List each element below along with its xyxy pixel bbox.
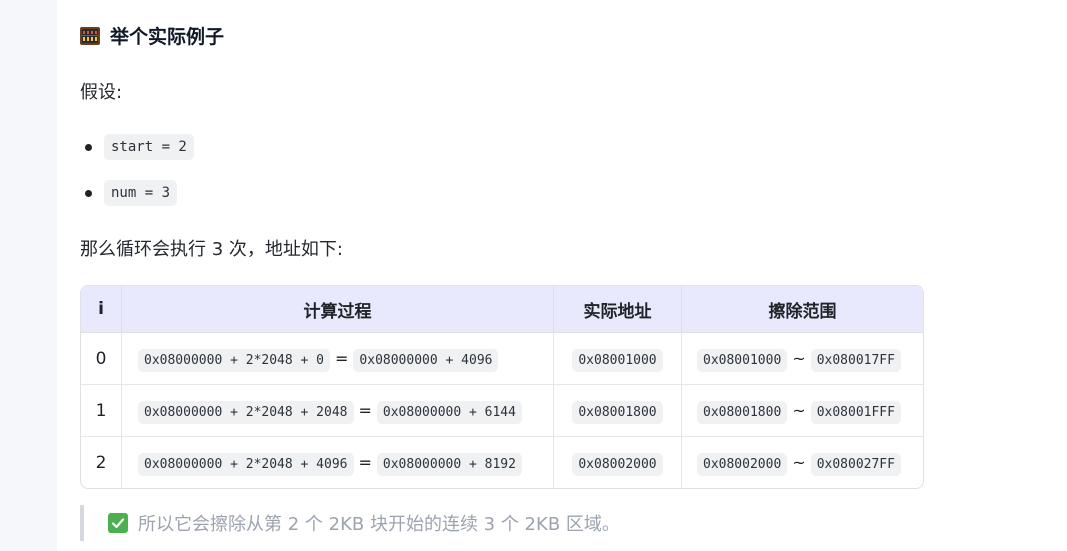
address-table: i 计算过程 实际地址 擦除范围 0 0x08000000 + 2*2048 +… bbox=[80, 285, 924, 489]
inline-code: start = 2 bbox=[104, 134, 194, 160]
check-mark-icon bbox=[108, 513, 128, 533]
cell-i: 2 bbox=[81, 437, 122, 488]
loop-description: 那么循环会执行 3 次，地址如下: bbox=[80, 239, 343, 260]
quote-text: 所以它会擦除从第 2 个 2KB 块开始的连续 3 个 2KB 区域。 bbox=[138, 514, 620, 535]
cell-range: 0x08001800 ~0x08001FFF bbox=[682, 385, 923, 437]
equals-sign: = bbox=[358, 401, 372, 420]
table-row: 1 0x08000000 + 2*2048 + 2048 = 0x08000000 … bbox=[81, 385, 923, 437]
calc-result: 0x08000000 + 4096 bbox=[353, 349, 499, 372]
header-i: i bbox=[81, 286, 122, 333]
calc-expr: 0x08000000 + 2*2048 + 2048 bbox=[138, 401, 354, 424]
section-heading: 举个实际例子 bbox=[80, 22, 224, 49]
calc-result: 0x08000000 + 8192 bbox=[376, 453, 522, 476]
address-code: 0x08001800 bbox=[572, 400, 663, 424]
cell-calc: 0x08000000 + 2*2048 + 2048 = 0x08000000 + … bbox=[122, 385, 554, 437]
heading-text: 举个实际例子 bbox=[110, 26, 225, 48]
range-start: 0x08001000 bbox=[697, 349, 788, 372]
cell-addr: 0x08002000 bbox=[554, 437, 682, 488]
range-start: 0x08001800 bbox=[697, 401, 788, 424]
address-code: 0x08002000 bbox=[572, 452, 663, 476]
range-end: 0x08001FFF bbox=[810, 401, 901, 424]
table-header-row: i 计算过程 实际地址 擦除范围 bbox=[81, 286, 923, 333]
abacus-icon bbox=[80, 26, 100, 45]
bullet-icon bbox=[85, 189, 92, 197]
calc-result: 0x08000000 + 6144 bbox=[376, 401, 522, 424]
list-item: start = 2 bbox=[80, 132, 194, 162]
address-code: 0x08001000 bbox=[572, 348, 663, 372]
cell-calc: 0x08000000 + 2*2048 + 4096 = 0x08000000 + … bbox=[122, 437, 554, 488]
cell-range: 0x08002000 ~0x080027FF bbox=[682, 437, 923, 488]
header-addr: 实际地址 bbox=[554, 286, 682, 333]
calc-expr: 0x08000000 + 2*2048 + 4096 bbox=[138, 453, 354, 476]
assume-label: 假设: bbox=[80, 82, 123, 103]
list-item: num = 3 bbox=[80, 178, 194, 208]
table-row: 0 0x08000000 + 2*2048 + 0 = 0x08000000 + 4… bbox=[81, 333, 923, 385]
cell-addr: 0x08001800 bbox=[554, 385, 682, 437]
cell-addr: 0x08001000 bbox=[554, 333, 682, 385]
inline-code: num = 3 bbox=[104, 180, 178, 206]
range-end: 0x080027FF bbox=[810, 453, 901, 476]
cell-i: 1 bbox=[81, 385, 122, 437]
cell-calc: 0x08000000 + 2*2048 + 0 = 0x08000000 + 409… bbox=[122, 333, 554, 385]
cell-i: 0 bbox=[81, 333, 122, 385]
left-gutter bbox=[0, 0, 57, 551]
range-start: 0x08002000 bbox=[697, 453, 788, 476]
tilde: ~ bbox=[792, 453, 806, 472]
tilde: ~ bbox=[792, 401, 806, 420]
header-range: 擦除范围 bbox=[682, 286, 923, 333]
tilde: ~ bbox=[792, 349, 806, 368]
bullet-icon bbox=[85, 143, 92, 151]
blockquote: 所以它会擦除从第 2 个 2KB 块开始的连续 3 个 2KB 区域。 bbox=[80, 505, 620, 541]
calc-expr: 0x08000000 + 2*2048 + 0 bbox=[138, 349, 331, 372]
cell-range: 0x08001000 ~0x080017FF bbox=[682, 333, 923, 385]
param-list: start = 2 num = 3 bbox=[80, 132, 194, 224]
header-calc: 计算过程 bbox=[122, 286, 554, 333]
equals-sign: = bbox=[335, 349, 349, 368]
equals-sign: = bbox=[358, 453, 372, 472]
table-row: 2 0x08000000 + 2*2048 + 4096 = 0x08000000 … bbox=[81, 437, 923, 488]
range-end: 0x080017FF bbox=[810, 349, 901, 372]
